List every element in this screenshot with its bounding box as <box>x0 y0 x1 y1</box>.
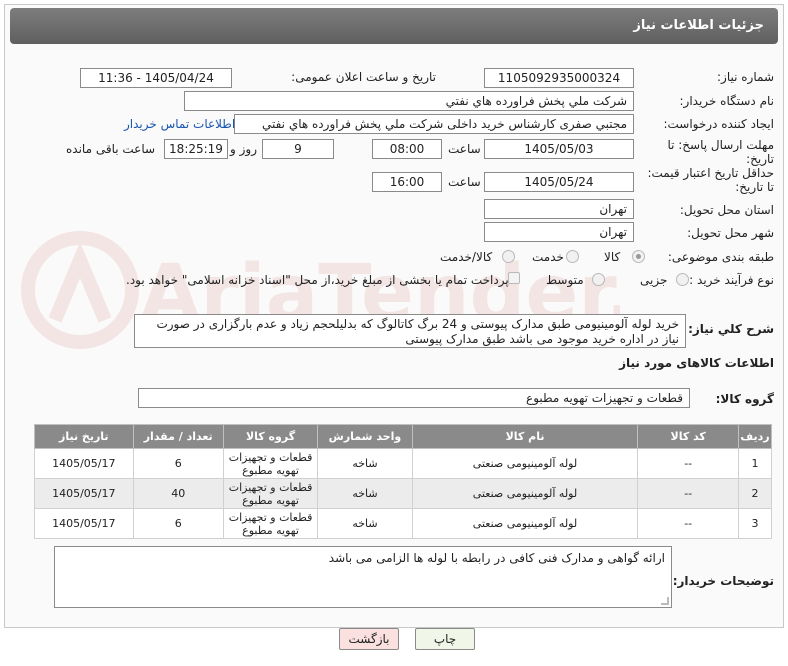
category-radio-goods[interactable] <box>632 250 645 263</box>
category-option-goods: کالا <box>604 250 621 264</box>
category-option-goods-service: کالا/خدمت <box>440 250 493 264</box>
validity-date-field[interactable]: 1405/05/24 <box>484 172 634 192</box>
category-radio-goods-service[interactable] <box>502 250 515 263</box>
cell-row-num: 3 <box>737 508 773 539</box>
category-option-service: خدمت <box>532 250 564 264</box>
col-header-group: گروه کالا <box>222 424 319 449</box>
requester-label: ایجاد کننده درخواست: <box>663 117 774 131</box>
cell-code: -- <box>637 508 739 539</box>
delivery-city-label: شهر محل تحویل: <box>687 226 774 240</box>
reply-time-label: ساعت <box>448 142 481 156</box>
cell-name: لوله آلومینیومی صنعتی <box>411 508 639 539</box>
announce-datetime-label: تاریخ و ساعت اعلان عمومی: <box>291 70 436 84</box>
goods-info-title: اطلاعات کالاهای مورد نیاز <box>619 356 774 370</box>
goods-table: ردیف کد کالا نام کالا واحد شمارش گروه کا… <box>34 424 773 539</box>
days-label: روز و <box>230 142 257 156</box>
reply-days-field[interactable]: 9 <box>262 139 334 159</box>
cell-row-num: 2 <box>737 478 773 509</box>
cell-row-num: 1 <box>737 448 773 479</box>
buyer-org-label: نام دستگاه خریدار: <box>679 94 775 108</box>
general-desc-box[interactable]: خرید لوله آلومینیومی طبق مدارک پیوستی و … <box>134 314 686 348</box>
resize-grip-icon[interactable] <box>661 597 669 605</box>
requester-field[interactable]: مجتبي صفری کارشناس خريد داخلی شرکت ملي پ… <box>234 114 634 134</box>
cell-name: لوله آلومینیومی صنعتی <box>411 478 639 509</box>
announce-datetime-field[interactable]: 1405/04/24 - 11:36 <box>80 68 232 88</box>
col-header-quantity: تعداد / مقدار <box>132 424 224 449</box>
cell-code: -- <box>637 448 739 479</box>
col-header-need-date: تاریخ نیاز <box>34 424 134 449</box>
validity-time-label: ساعت <box>448 175 481 189</box>
cell-name: لوله آلومینیومی صنعتی <box>411 448 639 479</box>
purchase-process-label: نوع فرآیند خرید : <box>689 273 774 287</box>
cell-group: قطعات و تجهیزات تهویه مطبوع <box>222 508 319 539</box>
cell-group: قطعات و تجهیزات تهویه مطبوع <box>222 448 319 479</box>
reply-deadline-label: مهلت ارسال پاسخ: تا تاریخ: <box>667 138 774 166</box>
cell-quantity: 6 <box>132 508 224 539</box>
cell-need-date: 1405/05/17 <box>34 448 134 479</box>
process-radio-medium[interactable] <box>592 273 605 286</box>
buyer-org-field[interactable]: شرکت ملي پخش فراورده هاي نفتي <box>184 91 634 111</box>
price-validity-label: حداقل تاریخ اعتبار قیمت: تا تاریخ: <box>647 166 774 194</box>
need-number-label: شماره نیاز: <box>717 70 774 84</box>
buyer-notes-label: توضیحات خریدار: <box>672 574 774 588</box>
reply-date-field[interactable]: 1405/05/03 <box>484 139 634 159</box>
reply-time-field[interactable]: 08:00 <box>372 139 442 159</box>
general-desc-label: شرح کلي نياز: <box>688 322 774 336</box>
col-header-row-num: ردیف <box>737 424 773 449</box>
cell-code: -- <box>637 478 739 509</box>
validity-time-field[interactable]: 16:00 <box>372 172 442 192</box>
remaining-time-label: ساعت باقی مانده <box>66 142 156 156</box>
cell-need-date: 1405/05/17 <box>34 478 134 509</box>
cell-unit: شاخه <box>317 478 413 509</box>
process-radio-minor[interactable] <box>676 273 689 286</box>
goods-group-label: گروه کالا: <box>715 392 774 406</box>
cell-unit: شاخه <box>317 448 413 479</box>
process-option-medium: متوسط <box>546 273 584 287</box>
need-number-field[interactable]: 1105092935000324 <box>484 68 634 88</box>
table-row: 1 -- لوله آلومینیومی صنعتی شاخه قطعات و … <box>34 448 773 479</box>
page-title: جزئیات اطلاعات نیاز <box>10 8 778 44</box>
category-radio-service[interactable] <box>566 250 579 263</box>
cell-need-date: 1405/05/17 <box>34 508 134 539</box>
buyer-notes-text: ارائه گواهی و مدارک فنی کافی در رابطه با… <box>328 551 665 565</box>
treasury-payment-note: پرداخت تمام یا بخشی از مبلغ خرید،از محل … <box>126 273 509 287</box>
province-field[interactable]: تهران <box>484 199 634 219</box>
process-option-minor: جزیی <box>640 273 668 287</box>
cell-quantity: 40 <box>132 478 224 509</box>
remaining-time-field[interactable]: 18:25:19 <box>164 139 228 159</box>
goods-group-field[interactable]: قطعات و تجهیزات تهویه مطبوع <box>138 388 690 408</box>
print-button[interactable]: چاپ <box>415 628 475 650</box>
cell-group: قطعات و تجهیزات تهویه مطبوع <box>222 478 319 509</box>
cell-quantity: 6 <box>132 448 224 479</box>
treasury-payment-checkbox[interactable] <box>508 272 520 284</box>
buyer-contact-link[interactable]: اطلاعات تماس خریدار <box>124 117 235 131</box>
col-header-name: نام کالا <box>411 424 639 449</box>
col-header-unit: واحد شمارش <box>317 424 413 449</box>
cell-unit: شاخه <box>317 508 413 539</box>
col-header-code: کد کالا <box>637 424 739 449</box>
delivery-province-label: استان محل تحویل: <box>679 203 774 217</box>
table-header-row: ردیف کد کالا نام کالا واحد شمارش گروه کا… <box>34 424 773 449</box>
table-row: 3 -- لوله آلومینیومی صنعتی شاخه قطعات و … <box>34 508 773 539</box>
table-row: 2 -- لوله آلومینیومی صنعتی شاخه قطعات و … <box>34 478 773 509</box>
back-button[interactable]: بازگشت <box>339 628 399 650</box>
buyer-notes-box[interactable]: ارائه گواهی و مدارک فنی کافی در رابطه با… <box>54 546 672 608</box>
city-field[interactable]: تهران <box>484 222 634 242</box>
category-label: طبقه بندی موضوعی: <box>667 250 774 264</box>
